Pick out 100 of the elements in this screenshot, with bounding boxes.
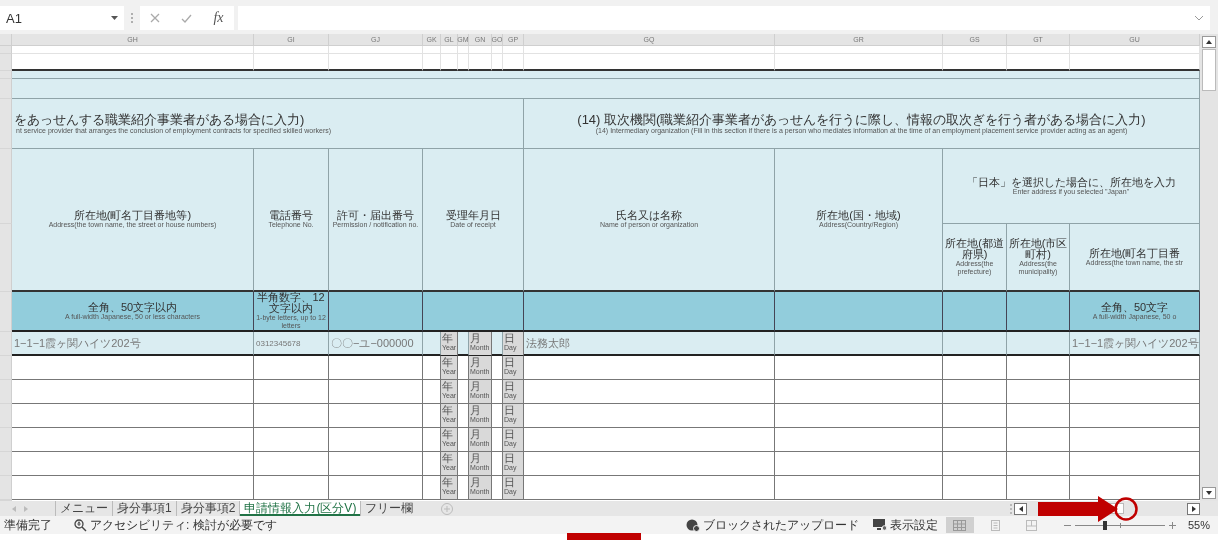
table-cell — [943, 356, 1007, 380]
monitor-gear-icon[interactable] — [872, 519, 887, 531]
table-cell — [1007, 356, 1070, 380]
table-cell — [458, 332, 469, 356]
table-cell — [1007, 54, 1070, 71]
date-label: 月 — [470, 380, 481, 392]
date-label: 日 — [504, 380, 515, 392]
header-label: 所在地(国・地域) — [816, 210, 901, 221]
header-label: 所在地(町名丁目番 — [1088, 247, 1181, 259]
header-label: をあっせんする職業紹介事業者がある場合に入力) — [14, 112, 305, 127]
table-cell — [492, 54, 503, 71]
cloud-block-icon[interactable] — [685, 518, 700, 532]
table-cell: 1−1−1霞ヶ関ハイツ202号 — [12, 332, 254, 356]
page-icon — [989, 519, 1003, 531]
header-label: 所在地(町名丁目番地等) — [73, 210, 192, 221]
date-label: 月 — [470, 452, 481, 464]
table-cell — [1007, 404, 1070, 428]
table-cell — [943, 476, 1007, 500]
formula-input[interactable] — [238, 6, 1210, 30]
row-header — [0, 356, 12, 380]
blocked-uploads-status[interactable]: ブロックされたアップロード — [702, 516, 859, 534]
header-label: 「日本」を選択した場合に、所在地を入力 — [966, 176, 1176, 188]
header-label: 氏名又は名称 — [616, 210, 682, 221]
chevron-down-icon[interactable] — [1194, 15, 1204, 21]
header-label: 所在地(市区町村) — [1007, 238, 1069, 260]
date-label: 日 — [504, 332, 515, 344]
accessibility-status[interactable]: アクセシビリティ: 検討が必要です — [90, 516, 277, 534]
row-header — [0, 452, 12, 476]
table-cell — [943, 380, 1007, 404]
check-icon[interactable] — [181, 13, 193, 23]
table-cell — [943, 332, 1007, 356]
header-label: 許可・届出番号 — [337, 210, 414, 221]
table-cell — [943, 292, 1007, 332]
scroll-down-button[interactable] — [1202, 487, 1216, 499]
date-label: 日 — [504, 404, 515, 416]
table-cell — [1007, 380, 1070, 404]
table-cell — [492, 332, 503, 356]
table-cell: 法務太郎 — [524, 332, 775, 356]
row-header — [0, 404, 12, 428]
header-label: 所在地(都道府県) — [944, 238, 1005, 260]
triangle-right-icon — [1191, 505, 1196, 512]
normal-view-button[interactable] — [945, 517, 974, 533]
scroll-right-button[interactable] — [1187, 502, 1200, 515]
header-label: 受理年月日 — [445, 210, 501, 221]
table-cell — [943, 404, 1007, 428]
cell-reference: A1 — [6, 10, 22, 26]
scroll-left-button[interactable] — [1014, 502, 1027, 515]
date-label: 日 — [504, 356, 515, 368]
select-all-corner — [0, 34, 12, 46]
zoom-in-icon[interactable] — [1168, 521, 1176, 529]
table-cell — [1007, 452, 1070, 476]
date-label: 日 — [504, 428, 515, 440]
status-text: 準備完了 — [4, 516, 52, 534]
accessibility-icon[interactable] — [74, 518, 87, 532]
triangle-up-icon — [1206, 40, 1212, 44]
triangle-down-icon — [1206, 491, 1212, 495]
date-label: 月 — [470, 404, 481, 416]
table-cell — [943, 452, 1007, 476]
date-label: 年 — [442, 428, 453, 440]
hint-label: 全角、50文字以内 — [87, 301, 178, 313]
cancel-icon[interactable] — [150, 13, 161, 23]
hint-label: 半角数字、12文字以内 — [256, 292, 326, 314]
page-break-icon — [1025, 519, 1039, 531]
table-cell — [1007, 428, 1070, 452]
date-label: 年 — [442, 380, 453, 392]
date-label: 日 — [504, 476, 515, 488]
circle-annotation-overlay — [1114, 497, 1138, 521]
date-label: 年 — [442, 476, 453, 488]
table-cell — [423, 54, 441, 71]
row-header — [0, 380, 12, 404]
hint-label: 全角、50文字 — [1100, 301, 1169, 313]
table-cell — [469, 54, 492, 71]
table-cell — [441, 54, 458, 71]
zoom-level[interactable]: 55% — [1187, 519, 1210, 531]
table-cell — [1007, 332, 1070, 356]
insert-function-button[interactable]: fx — [213, 10, 224, 26]
display-settings-button[interactable]: 表示設定 — [889, 516, 938, 534]
date-label: 月 — [470, 356, 481, 368]
table-cell — [943, 428, 1007, 452]
header-label: (14) 取次機関(職業紹介事業者があっせんを行うに際し、情報の取次ぎを行う者がある場合に入力) — [577, 112, 1146, 127]
table-cell — [1007, 476, 1070, 500]
date-label: 月 — [470, 332, 481, 344]
table-cell — [943, 54, 1007, 71]
date-label: 年 — [442, 332, 453, 344]
table-cell — [458, 54, 469, 71]
date-label: 月 — [470, 476, 481, 488]
zoom-slider[interactable] — [1074, 520, 1165, 530]
grid-icon — [953, 519, 967, 531]
date-label: 年 — [442, 452, 453, 464]
caret-icon[interactable] — [111, 16, 118, 20]
scroll-thumb[interactable] — [1202, 49, 1216, 91]
date-label: 日 — [504, 452, 515, 464]
vertical-scrollbar[interactable] — [1200, 34, 1218, 501]
table-cell: 〇〇−ユ−000000 — [329, 332, 423, 356]
scroll-up-button[interactable] — [1202, 36, 1216, 48]
table-cell: 0312345678 — [254, 332, 329, 356]
date-label: 年 — [442, 404, 453, 416]
date-label: 年 — [442, 356, 453, 368]
name-box[interactable]: A1 — [0, 6, 124, 30]
zoom-slider-thumb[interactable] — [1103, 520, 1108, 530]
